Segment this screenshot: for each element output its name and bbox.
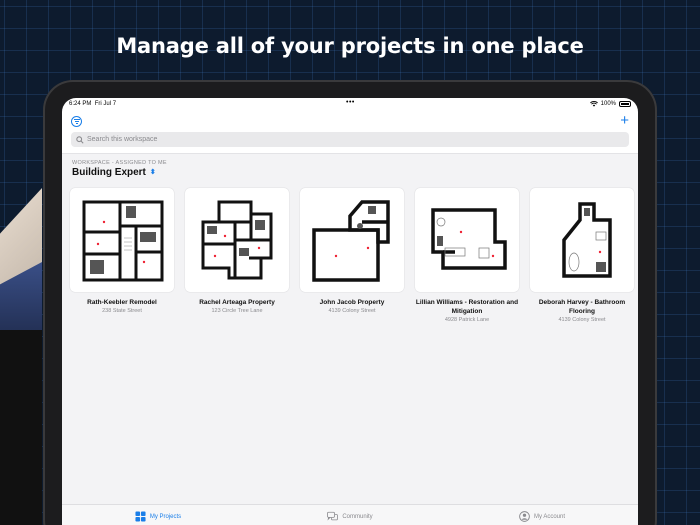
project-title: John Jacob Property xyxy=(319,299,385,306)
projects-area: WORKSPACE - ASSIGNED TO ME Building Expe… xyxy=(62,154,638,504)
project-title: Rachel Arteaga Property xyxy=(199,299,275,306)
project-card[interactable]: Rath-Keebler Remodel 238 State Street xyxy=(70,188,174,323)
multitask-dots-icon[interactable]: ••• xyxy=(346,99,355,106)
project-card[interactable]: Deborah Harvey - Bathroom Flooring 4139 … xyxy=(530,188,634,323)
floorplan-icon xyxy=(312,200,390,282)
person-circle-icon xyxy=(519,511,530,522)
promo-headline: Manage all of your projects in one place xyxy=(116,34,584,58)
backdrop-shape xyxy=(0,330,42,525)
app-screen: 6:24 PM Fri Jul 7 ••• 100% + Search this… xyxy=(62,98,638,525)
grid-icon xyxy=(135,511,146,522)
wifi-icon xyxy=(589,101,598,107)
tab-label: My Projects xyxy=(149,513,182,520)
workspace-title: Building Expert xyxy=(72,167,146,178)
project-card[interactable]: John Jacob Property 4139 Colony Street xyxy=(300,188,404,323)
search-icon xyxy=(76,135,84,144)
tab-label: Community xyxy=(342,513,373,520)
project-card[interactable]: Lillian Williams - Restoration and Mitig… xyxy=(415,188,519,323)
battery-percent: 100% xyxy=(600,101,616,107)
battery-icon xyxy=(619,101,631,107)
top-bar: + xyxy=(62,112,638,132)
floorplan-thumbnail xyxy=(70,188,174,292)
project-address: 4139 Colony Street xyxy=(328,308,376,314)
project-title: Deborah Harvey - Bathroom Flooring xyxy=(538,299,626,315)
status-time: 6:24 PM xyxy=(69,101,92,107)
tab-bar: My Projects Community My Account xyxy=(62,504,638,525)
project-address: 4139 Colony Street xyxy=(558,317,606,323)
floorplan-thumbnail xyxy=(530,188,634,292)
filter-button[interactable] xyxy=(71,116,82,127)
chat-bubbles-icon xyxy=(327,511,339,521)
floorplan-thumbnail xyxy=(300,188,404,292)
tab-my-projects[interactable]: My Projects xyxy=(62,505,254,525)
project-card[interactable]: Rachel Arteaga Property 123 Circle Tree … xyxy=(185,188,289,323)
workspace-label: WORKSPACE - ASSIGNED TO ME xyxy=(72,160,167,166)
add-project-button[interactable]: + xyxy=(620,113,629,128)
floorplan-thumbnail xyxy=(415,188,519,292)
status-bar: 6:24 PM Fri Jul 7 ••• 100% xyxy=(62,98,638,112)
tab-community[interactable]: Community xyxy=(254,505,446,525)
tab-label: My Account xyxy=(533,513,565,520)
chevron-updown-icon: ⬍ xyxy=(149,169,156,176)
status-date: Fri Jul 7 xyxy=(94,101,117,107)
project-title: Rath-Keebler Remodel xyxy=(87,299,157,306)
floorplan-icon xyxy=(431,208,507,270)
floorplan-thumbnail xyxy=(185,188,289,292)
floorplan-icon xyxy=(201,200,273,280)
project-address: 238 State Street xyxy=(102,308,142,314)
floorplan-icon xyxy=(82,200,164,282)
project-grid: Rath-Keebler Remodel 238 State Street Ra… xyxy=(70,188,634,323)
search-field[interactable]: Search this workspace xyxy=(71,132,629,147)
project-address: 123 Circle Tree Lane xyxy=(211,308,263,314)
search-input[interactable]: Search this workspace xyxy=(87,136,157,143)
tab-my-account[interactable]: My Account xyxy=(446,505,638,525)
workspace-selector[interactable]: Building Expert ⬍ xyxy=(72,167,156,178)
project-title: Lillian Williams - Restoration and Mitig… xyxy=(415,299,519,315)
project-address: 4928 Patrick Lane xyxy=(444,317,490,323)
floorplan-icon xyxy=(562,202,612,278)
